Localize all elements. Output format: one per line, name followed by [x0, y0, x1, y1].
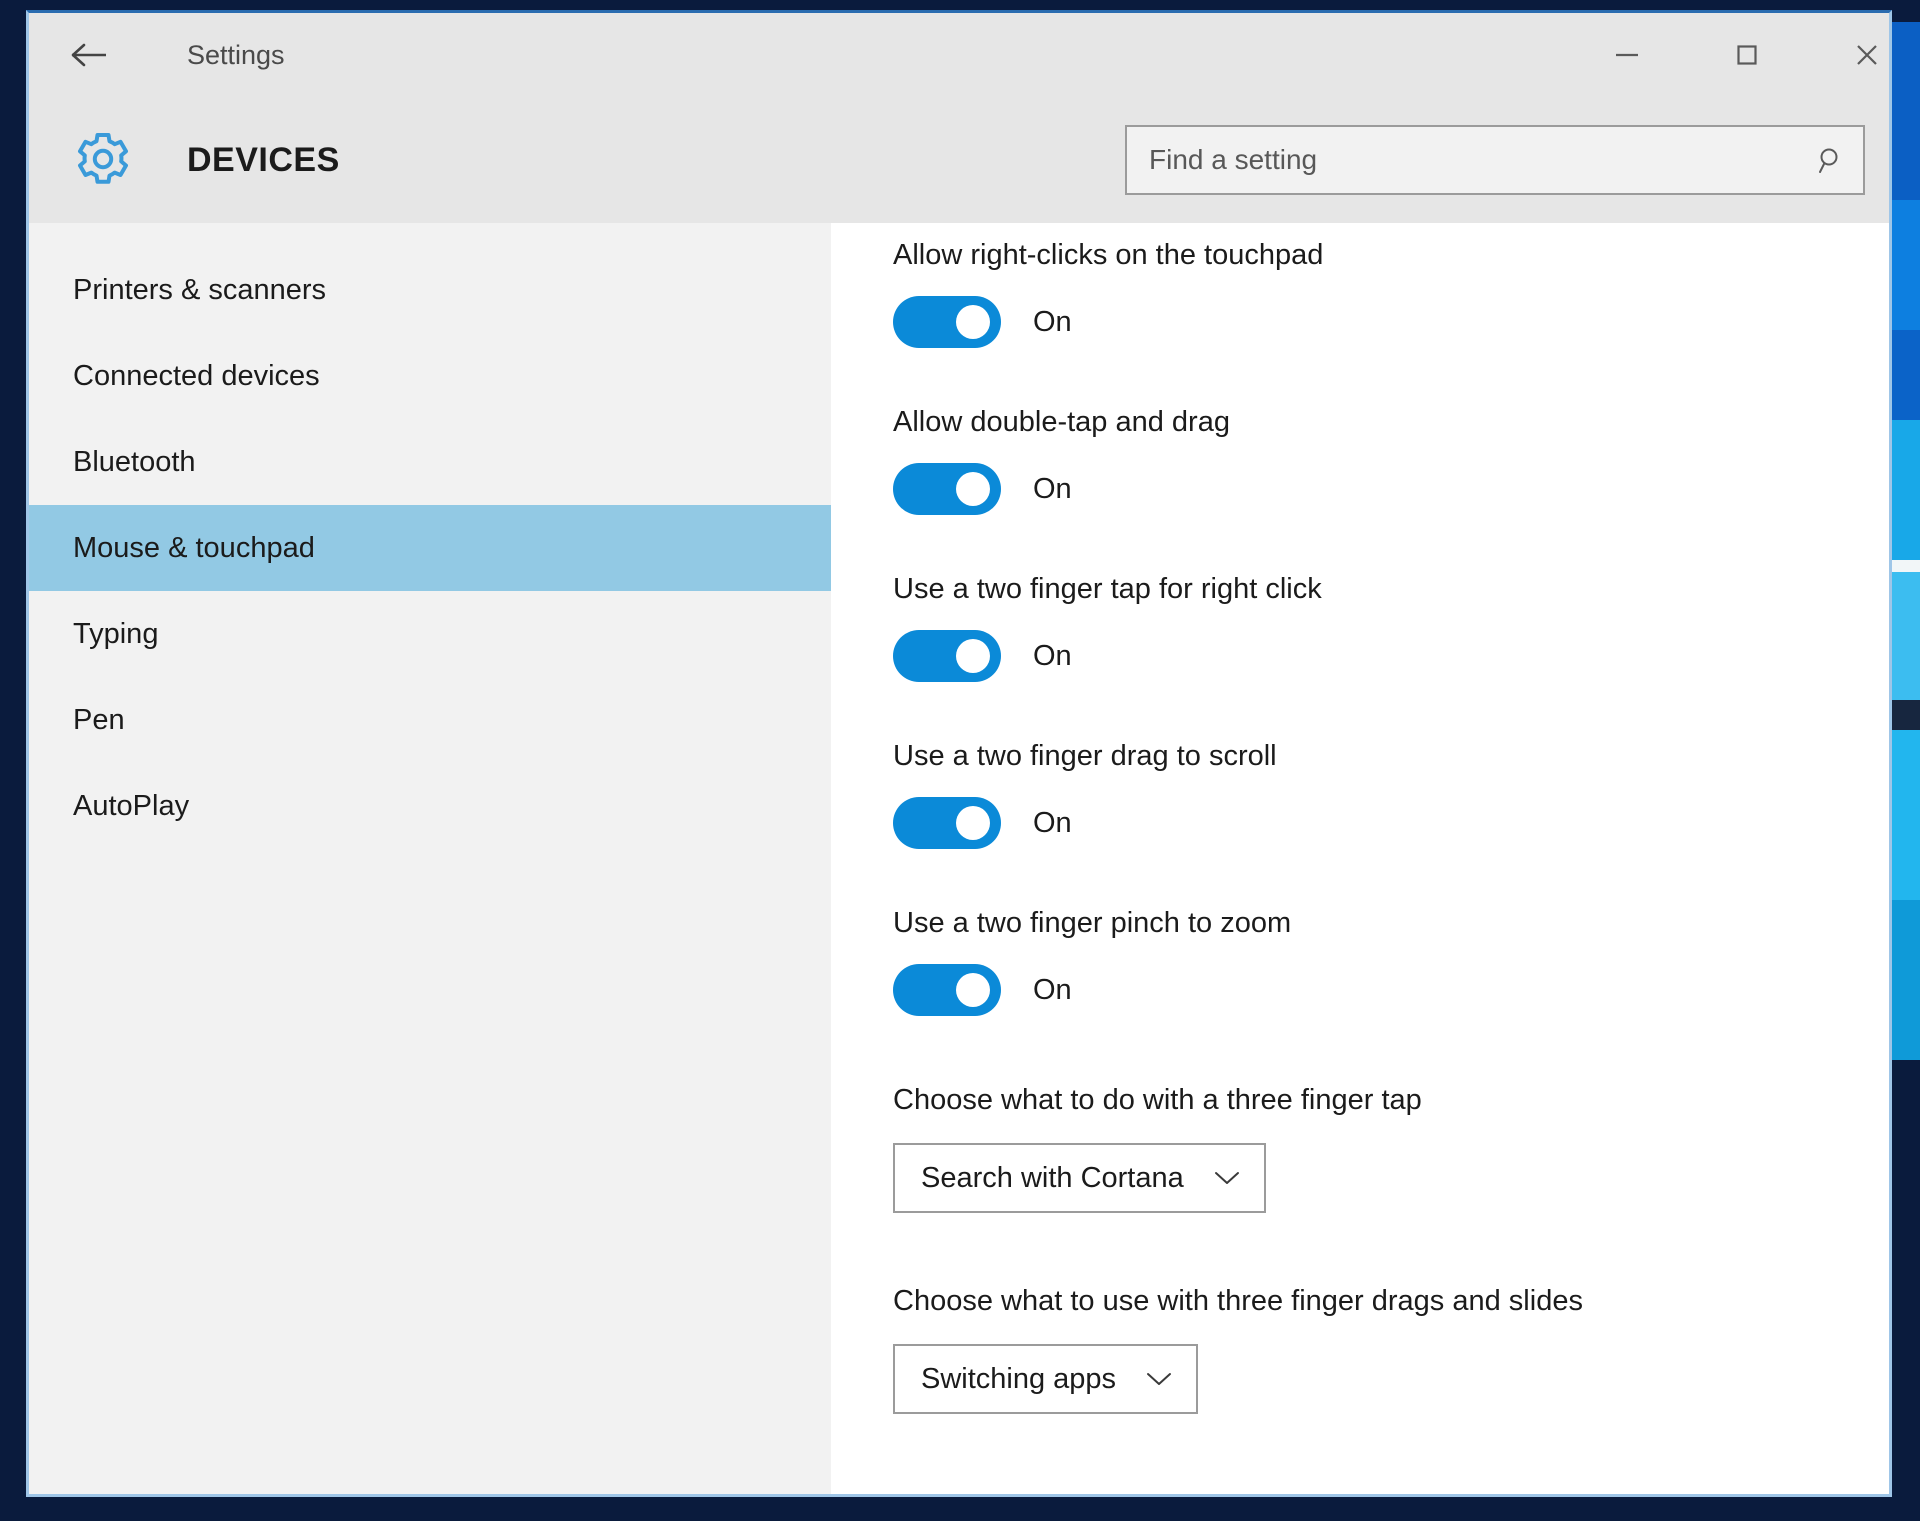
- sidebar-item-autoplay[interactable]: AutoPlay: [29, 763, 831, 849]
- sidebar-item-connected-devices[interactable]: Connected devices: [29, 333, 831, 419]
- setting-label: Allow right-clicks on the touchpad: [893, 223, 1889, 272]
- sidebar-item-pen[interactable]: Pen: [29, 677, 831, 763]
- chevron-down-icon: [1146, 1371, 1172, 1387]
- toggle-two-finger-pinch-zoom[interactable]: [893, 964, 1001, 1016]
- sidebar-item-typing[interactable]: Typing: [29, 591, 831, 677]
- sidebar-item-label: Typing: [73, 618, 158, 651]
- search-box[interactable]: [1125, 125, 1865, 195]
- sidebar-item-label: Pen: [73, 704, 125, 737]
- setting-allow-right-clicks: Allow right-clicks on the touchpad On: [893, 223, 1889, 348]
- toggle-row: On: [893, 964, 1889, 1016]
- setting-three-finger-tap: Choose what to do with a three finger ta…: [893, 1058, 1889, 1213]
- settings-content: Allow right-clicks on the touchpad On Al…: [831, 223, 1889, 1494]
- sidebar-item-label: AutoPlay: [73, 790, 189, 823]
- back-arrow-icon[interactable]: [59, 27, 121, 83]
- toggle-state-label: On: [1033, 974, 1072, 1007]
- search-icon[interactable]: [1799, 127, 1863, 193]
- sidebar-item-printers-scanners[interactable]: Printers & scanners: [29, 247, 831, 333]
- toggle-knob: [956, 305, 990, 339]
- setting-label: Use a two finger tap for right click: [893, 557, 1889, 606]
- settings-window: Settings: [26, 10, 1892, 1497]
- setting-label: Allow double-tap and drag: [893, 390, 1889, 439]
- toggle-row: On: [893, 296, 1889, 348]
- toggle-state-label: On: [1033, 306, 1072, 339]
- toggle-state-label: On: [1033, 473, 1072, 506]
- toggle-allow-double-tap-drag[interactable]: [893, 463, 1001, 515]
- sidebar-item-label: Bluetooth: [73, 446, 196, 479]
- setting-two-finger-drag-scroll: Use a two finger drag to scroll On: [893, 724, 1889, 849]
- app-title: Settings: [187, 13, 285, 97]
- title-bar: Settings: [29, 13, 1889, 97]
- toggle-two-finger-tap-right-click[interactable]: [893, 630, 1001, 682]
- setting-two-finger-pinch-zoom: Use a two finger pinch to zoom On: [893, 891, 1889, 1016]
- search-input[interactable]: [1127, 127, 1799, 193]
- gear-icon: [73, 129, 133, 189]
- setting-three-finger-drags-slides: Choose what to use with three finger dra…: [893, 1259, 1889, 1414]
- toggle-knob: [956, 806, 990, 840]
- dropdown-value: Switching apps: [921, 1363, 1116, 1396]
- sidebar-item-bluetooth[interactable]: Bluetooth: [29, 419, 831, 505]
- sidebar-item-mouse-touchpad[interactable]: Mouse & touchpad: [29, 505, 831, 591]
- toggle-state-label: On: [1033, 640, 1072, 673]
- dropdown-value: Search with Cortana: [921, 1162, 1184, 1195]
- setting-label: Choose what to do with a three finger ta…: [893, 1058, 1889, 1117]
- dropdown-three-finger-tap[interactable]: Search with Cortana: [893, 1143, 1266, 1213]
- setting-label: Use a two finger drag to scroll: [893, 724, 1889, 773]
- page-header: DEVICES: [29, 97, 1889, 223]
- toggle-row: On: [893, 630, 1889, 682]
- toggle-knob: [956, 973, 990, 1007]
- chevron-down-icon: [1214, 1170, 1240, 1186]
- toggle-knob: [956, 639, 990, 673]
- desktop-background: Settings: [0, 0, 1920, 1521]
- toggle-knob: [956, 472, 990, 506]
- sidebar-item-label: Mouse & touchpad: [73, 532, 315, 565]
- maximize-icon[interactable]: [1709, 27, 1785, 83]
- sidebar-nav: Printers & scanners Connected devices Bl…: [29, 223, 831, 1494]
- setting-label: Choose what to use with three finger dra…: [893, 1259, 1889, 1318]
- dropdown-three-finger-drags-slides[interactable]: Switching apps: [893, 1344, 1198, 1414]
- toggle-two-finger-drag-scroll[interactable]: [893, 797, 1001, 849]
- setting-label: Use a two finger pinch to zoom: [893, 891, 1889, 940]
- window-body: Printers & scanners Connected devices Bl…: [29, 223, 1889, 1494]
- sidebar-item-label: Printers & scanners: [73, 274, 326, 307]
- setting-allow-double-tap-drag: Allow double-tap and drag On: [893, 390, 1889, 515]
- toggle-row: On: [893, 463, 1889, 515]
- close-icon[interactable]: [1829, 27, 1905, 83]
- sidebar-item-label: Connected devices: [73, 360, 320, 393]
- page-title: DEVICES: [187, 97, 340, 223]
- minimize-icon[interactable]: [1589, 27, 1665, 83]
- toggle-allow-right-clicks[interactable]: [893, 296, 1001, 348]
- toggle-state-label: On: [1033, 807, 1072, 840]
- toggle-row: On: [893, 797, 1889, 849]
- desktop-wallpaper-strip: [1892, 0, 1920, 1521]
- setting-two-finger-tap-right-click: Use a two finger tap for right click On: [893, 557, 1889, 682]
